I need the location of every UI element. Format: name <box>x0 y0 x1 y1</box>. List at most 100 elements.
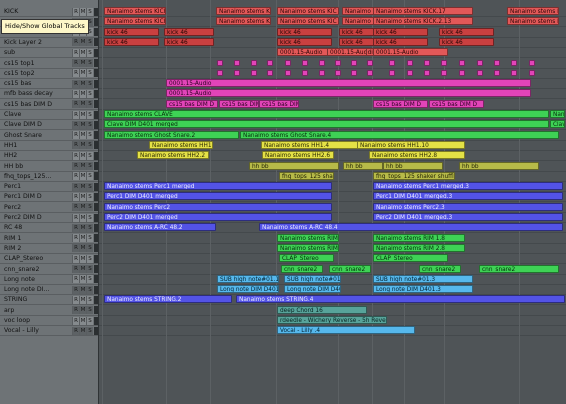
track-header[interactable]: Perc1 R M S <box>0 182 98 193</box>
audio-region[interactable]: Nanaimo stems KICK.2 <box>104 17 166 26</box>
mute-button[interactable]: M <box>79 151 86 160</box>
audio-region[interactable]: Long note DIM D401.3 <box>373 285 473 294</box>
record-button[interactable]: R <box>72 295 79 304</box>
solo-button[interactable]: S <box>86 223 93 232</box>
midi-stub-region[interactable] <box>511 59 517 66</box>
arrange-area[interactable]: Nanaimo stems KICK.1 Nanaimo stems KICK.3… <box>99 0 566 404</box>
audio-region[interactable]: kick 46 <box>104 27 159 36</box>
midi-stub-region[interactable] <box>319 59 325 66</box>
audio-region[interactable]: SUB high note#01.1 <box>217 274 279 283</box>
audio-region[interactable]: Nanaimo stems A-RC 48.2 <box>104 223 216 232</box>
midi-stub-region[interactable] <box>459 69 465 76</box>
record-button[interactable]: R <box>72 316 79 325</box>
audio-region[interactable]: fhq_tops_125 shaker <box>279 171 334 180</box>
solo-button[interactable]: S <box>86 182 93 191</box>
audio-region[interactable]: Nanaimo stems KICK.1 <box>104 7 166 15</box>
record-button[interactable]: R <box>72 89 79 98</box>
track-header[interactable]: cs15 top1 R M S <box>0 59 98 69</box>
solo-button[interactable]: S <box>86 48 93 57</box>
audio-region[interactable]: Long note DIM D401.1 <box>284 285 341 294</box>
record-button[interactable]: R <box>72 38 79 47</box>
mute-button[interactable]: M <box>79 192 86 201</box>
audio-region[interactable]: Nanaimo stems Ghost Snare.2 <box>104 130 239 139</box>
mute-button[interactable]: M <box>79 48 86 57</box>
midi-stub-region[interactable] <box>367 69 373 76</box>
solo-button[interactable]: S <box>86 316 93 325</box>
midi-stub-region[interactable] <box>285 59 291 66</box>
midi-stub-region[interactable] <box>494 59 500 66</box>
track-header[interactable]: fhq_tops_125... R M S <box>0 172 98 182</box>
solo-button[interactable]: S <box>86 131 93 140</box>
midi-stub-region[interactable] <box>477 69 483 76</box>
audio-region[interactable]: Nanaimo stems Perc2.3 <box>373 202 563 211</box>
midi-stub-region[interactable] <box>351 59 357 66</box>
audio-region[interactable]: Nanaimo stems KICK.3 <box>216 7 271 15</box>
record-button[interactable]: R <box>72 306 79 315</box>
audio-region[interactable]: kick 46 <box>277 37 332 46</box>
audio-region[interactable]: Long note DIM D401 <box>217 285 279 294</box>
track-header[interactable]: Clave DIM D RMS <box>0 120 98 131</box>
solo-button[interactable]: S <box>86 192 93 201</box>
midi-stub-region[interactable] <box>459 59 465 66</box>
record-button[interactable]: R <box>72 265 79 273</box>
mute-button[interactable]: M <box>79 254 86 263</box>
solo-button[interactable]: S <box>86 234 93 243</box>
solo-button[interactable]: S <box>86 306 93 315</box>
audio-region[interactable]: Nanaimo stems Ghost Snare.4 <box>240 130 559 139</box>
midi-stub-region[interactable] <box>217 69 223 76</box>
audio-region[interactable]: Nanaimo stems KICK.17 <box>373 7 473 15</box>
audio-region[interactable]: Nanaimo stems RIM 2.8 <box>373 243 465 252</box>
solo-button[interactable]: S <box>86 151 93 160</box>
record-button[interactable]: R <box>72 151 79 160</box>
record-button[interactable]: R <box>72 131 79 140</box>
solo-button[interactable]: S <box>86 254 93 263</box>
audio-region[interactable]: fhq_tops_125 shaker shuffle 1 <box>373 171 455 180</box>
record-button[interactable]: R <box>72 7 79 16</box>
solo-button[interactable]: S <box>86 141 93 150</box>
audio-region[interactable]: CLAP_Stereo <box>279 254 334 263</box>
mute-button[interactable]: M <box>79 244 86 253</box>
track-header[interactable]: arp R M S <box>0 306 98 316</box>
mute-button[interactable]: M <box>79 316 86 325</box>
solo-button[interactable]: S <box>86 79 93 88</box>
midi-stub-region[interactable] <box>335 69 341 76</box>
audio-region[interactable]: Nanaimo stems HH2.6 <box>262 151 334 160</box>
mute-button[interactable]: M <box>79 59 86 67</box>
audio-region[interactable]: 0001.15-Audio <box>277 48 329 57</box>
audio-region[interactable]: kick 46 <box>439 37 494 46</box>
track-header[interactable]: Perc2 DIM D RMS <box>0 213 98 223</box>
midi-stub-region[interactable] <box>302 59 308 66</box>
audio-region[interactable]: kick 46 <box>277 27 332 36</box>
mute-button[interactable]: M <box>79 131 86 140</box>
mute-button[interactable]: M <box>79 162 86 170</box>
midi-stub-region[interactable] <box>389 59 395 66</box>
audio-region[interactable]: Nanaimo stems KICK.2.14 <box>507 17 559 26</box>
audio-region[interactable]: Nanaimo stems Perc1 merged.3 <box>373 182 563 191</box>
track-header[interactable]: Perc2 R M S <box>0 203 98 213</box>
record-button[interactable]: R <box>72 223 79 232</box>
midi-stub-region[interactable] <box>285 69 291 76</box>
audio-region[interactable]: Nanaimo stems STRING.4 <box>236 295 565 304</box>
record-button[interactable]: R <box>72 120 79 129</box>
track-header[interactable]: cnn_snare2 R M S <box>0 265 98 275</box>
solo-button[interactable]: S <box>86 295 93 304</box>
audio-region[interactable]: Perc2 DIM D401 merged.3 <box>373 213 563 221</box>
record-button[interactable]: R <box>72 213 79 222</box>
track-header[interactable]: RIM 2 RMS <box>0 244 98 254</box>
solo-button[interactable]: S <box>86 326 93 335</box>
audio-region[interactable]: Nanaimo stems KICK.18 <box>507 7 559 15</box>
audio-region[interactable]: hh bb <box>249 161 339 170</box>
mute-button[interactable]: M <box>79 79 86 88</box>
midi-stub-region[interactable] <box>351 69 357 76</box>
audio-region[interactable]: Nan <box>550 110 565 118</box>
track-header[interactable]: HH2 R M S <box>0 151 98 162</box>
midi-stub-region[interactable] <box>529 69 535 76</box>
midi-stub-region[interactable] <box>367 59 373 66</box>
audio-region[interactable]: kick 46 <box>164 37 214 46</box>
midi-stub-region[interactable] <box>477 59 483 66</box>
mute-button[interactable]: M <box>79 141 86 150</box>
track-header[interactable]: cs15 bas DIM D RMS <box>0 100 98 110</box>
solo-button[interactable]: S <box>86 89 93 98</box>
solo-button[interactable]: S <box>86 120 93 129</box>
audio-region[interactable]: Clave DIM D401 merged <box>104 120 549 129</box>
